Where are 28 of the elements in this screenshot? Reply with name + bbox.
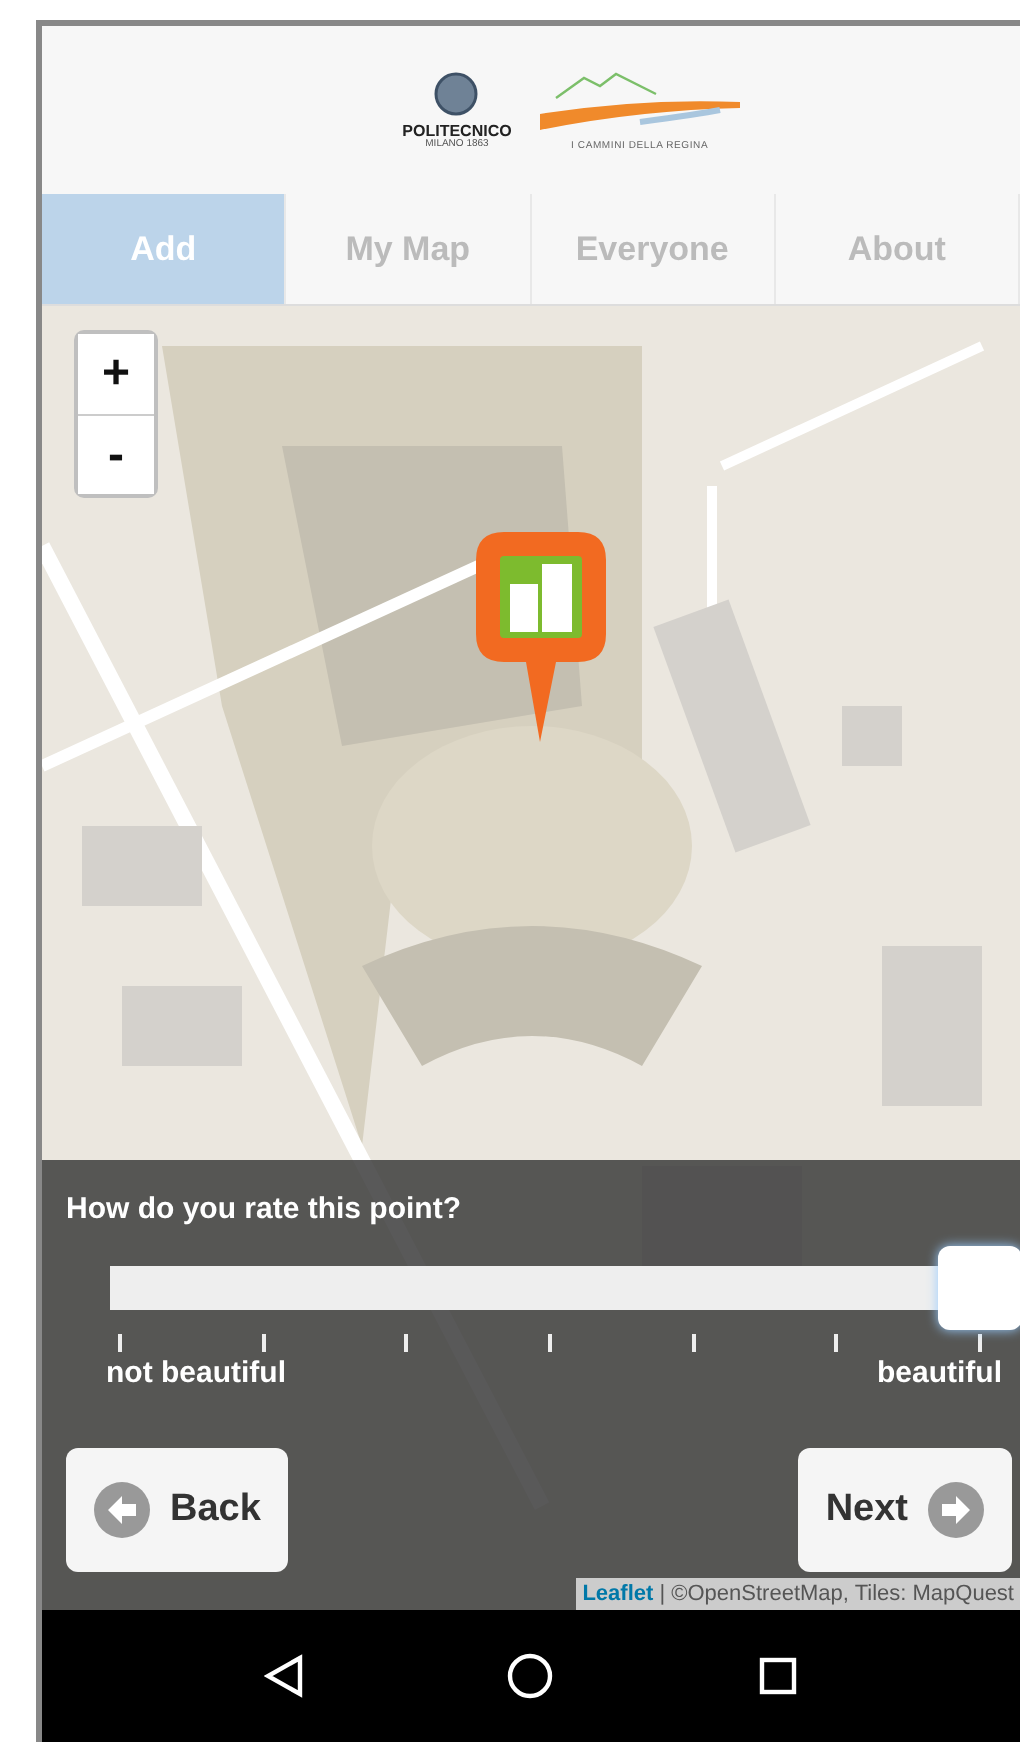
zoom-out-button[interactable]: - — [78, 414, 154, 494]
seal-icon — [434, 71, 479, 115]
back-icon[interactable] — [263, 1654, 304, 1698]
tick-mark — [977, 1333, 982, 1351]
tab[interactable]: My Map — [286, 194, 531, 304]
arrow-left-icon — [94, 1482, 150, 1538]
leaflet-link[interactable]: Leaflet — [582, 1581, 654, 1605]
back-button[interactable]: Back — [66, 1448, 289, 1572]
tab[interactable]: Everyone — [531, 194, 776, 304]
tick-mark — [834, 1333, 839, 1351]
tab[interactable]: About — [775, 194, 1020, 304]
arrow-right-icon — [928, 1482, 984, 1538]
next-button[interactable]: Next — [797, 1448, 1012, 1572]
min-label: not beautiful — [106, 1353, 286, 1393]
rating-question: How do you rate this point? — [66, 1190, 463, 1230]
home-icon[interactable] — [506, 1652, 555, 1700]
max-label: beautiful — [877, 1353, 1002, 1393]
tick-mark — [547, 1333, 552, 1351]
map-attribution: Leaflet | ©OpenStreetMap, Tiles: MapQuest — [576, 1577, 1020, 1610]
mountain-logo-icon — [539, 69, 740, 133]
tick-mark — [691, 1333, 696, 1351]
tick-mark — [118, 1333, 122, 1351]
tick-mark — [261, 1333, 266, 1351]
recents-icon[interactable] — [758, 1656, 799, 1696]
logo-name: POLITECNICO — [402, 123, 512, 139]
tick-mark — [404, 1333, 409, 1351]
slider-thumb[interactable] — [938, 1245, 1020, 1329]
building-marker-icon — [476, 532, 606, 742]
